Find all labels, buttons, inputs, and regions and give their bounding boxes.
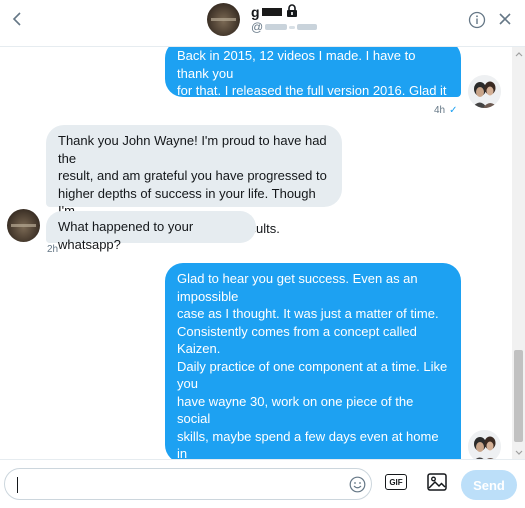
- my-avatar-photo: [468, 75, 501, 108]
- message-bubble-received[interactable]: What happened to your whatsapp?: [46, 211, 256, 252]
- scroll-down-button[interactable]: [512, 446, 525, 459]
- message-bubble-received[interactable]: Thank you John Wayne! I'm proud to have …: [46, 125, 342, 236]
- redacted-handle-sep: [289, 25, 296, 29]
- conversation-scrollbar[interactable]: [512, 47, 525, 459]
- contact-name[interactable]: g: [251, 4, 298, 20]
- message-bubble-sent[interactable]: Glad to hear you get success. Even as an…: [165, 263, 461, 459]
- scroll-up-arrow-icon: [515, 51, 522, 56]
- message-input-box[interactable]: [4, 468, 372, 500]
- contact-avatar[interactable]: [7, 209, 40, 242]
- redacted-name: [261, 8, 282, 16]
- info-icon: [468, 11, 486, 29]
- image-button[interactable]: [427, 473, 447, 491]
- message-input[interactable]: [15, 473, 339, 497]
- image-icon: [427, 473, 447, 491]
- contact-name-text: g: [251, 4, 260, 20]
- scroll-down-arrow-icon: [515, 450, 522, 455]
- scroll-up-button[interactable]: [512, 47, 525, 60]
- message-timestamp: 2h: [47, 244, 58, 255]
- gif-button[interactable]: GIF: [385, 474, 407, 490]
- close-button[interactable]: [497, 11, 513, 27]
- gif-icon: GIF: [385, 474, 407, 490]
- my-avatar[interactable]: [468, 75, 501, 108]
- info-button[interactable]: [468, 11, 486, 29]
- text-caret: [17, 477, 18, 493]
- contact-handle: @: [251, 20, 318, 34]
- close-icon: [499, 13, 511, 25]
- scroll-thumb[interactable]: [514, 350, 523, 442]
- message-timestamp: 4h ✓: [434, 105, 458, 116]
- read-check-icon: ✓: [449, 105, 458, 116]
- timestamp-text: 2h: [47, 244, 59, 255]
- message-bubble-sent[interactable]: Back in 2015, 12 videos I made. I have t…: [165, 47, 461, 133]
- message-list[interactable]: Back in 2015, 12 videos I made. I have t…: [0, 47, 512, 459]
- back-button[interactable]: [6, 8, 28, 30]
- timestamp-text: 4h: [434, 105, 446, 116]
- header-avatar[interactable]: [207, 3, 240, 36]
- conversation-header: g @: [0, 0, 525, 47]
- contact-handle-text: @: [251, 20, 264, 34]
- send-button[interactable]: Send: [461, 470, 517, 500]
- lock-icon: [286, 4, 298, 20]
- my-avatar-photo: [468, 430, 501, 459]
- redacted-handle-2: [297, 24, 318, 30]
- chevron-left-icon: [12, 12, 21, 26]
- emoji-button[interactable]: [349, 476, 366, 493]
- my-avatar[interactable]: [468, 430, 501, 459]
- redacted-handle: [265, 24, 288, 30]
- emoji-icon: [349, 476, 366, 493]
